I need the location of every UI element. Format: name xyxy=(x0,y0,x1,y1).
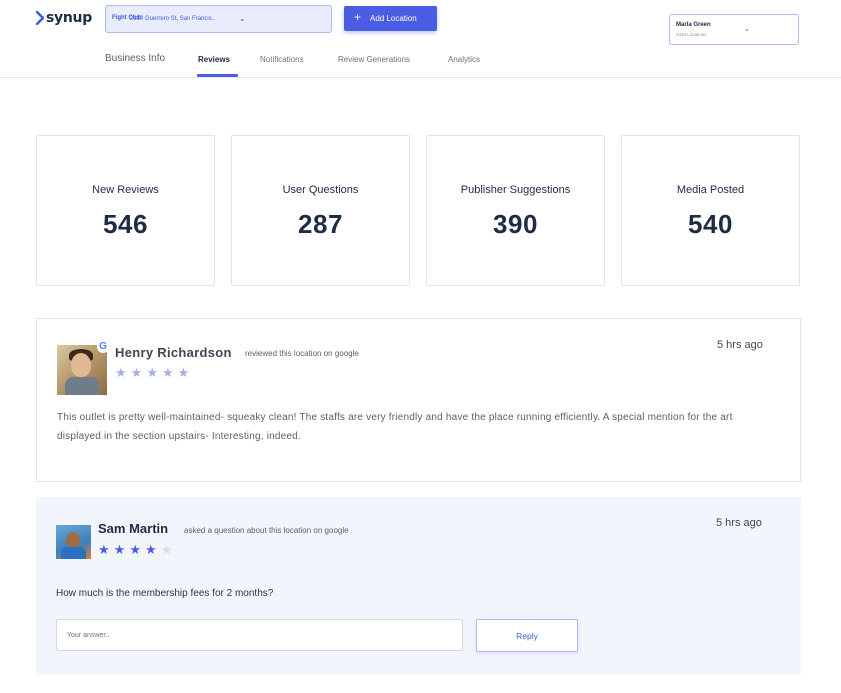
plus-icon: + xyxy=(354,10,362,24)
chevron-down-icon: ⌄ xyxy=(744,26,750,33)
review-time: 5 hrs ago xyxy=(717,339,763,351)
synup-logo[interactable]: synup xyxy=(36,10,92,26)
tab-notifications[interactable]: Notifications xyxy=(260,55,304,64)
stat-card-publisher-suggestions[interactable]: Publisher Suggestions 390 xyxy=(426,135,605,286)
star-empty-icon: ★ xyxy=(160,542,173,557)
stat-value: 390 xyxy=(493,209,538,239)
add-location-label: Add Location xyxy=(370,14,417,23)
add-location-button[interactable]: + Add Location xyxy=(344,6,437,31)
top-bar: synup Fight Club 2210 Guerrero St, San F… xyxy=(0,0,841,78)
stat-title: New Reviews xyxy=(92,184,159,196)
star-icon: ★ xyxy=(98,542,110,557)
star-icon: ★ xyxy=(144,542,157,557)
star-icon: ★ xyxy=(177,365,190,380)
reply-button[interactable]: Reply xyxy=(476,619,578,652)
star-icon: ★ xyxy=(130,365,143,380)
user-name: Marla Green xyxy=(676,22,711,28)
avatar xyxy=(57,345,107,395)
tab-review-generations[interactable]: Review Generations xyxy=(338,55,410,64)
stat-card-media-posted[interactable]: Media Posted 540 xyxy=(621,135,800,286)
logo-mark-icon xyxy=(36,11,44,25)
user-locations-count: 1420 Locations xyxy=(676,32,707,37)
star-icon: ★ xyxy=(146,365,158,380)
tab-reviews[interactable]: Reviews xyxy=(198,55,230,64)
logo-text: synup xyxy=(46,10,92,26)
tab-bar: Business Info Reviews Notifications Revi… xyxy=(0,50,841,78)
tab-analytics[interactable]: Analytics xyxy=(448,55,480,64)
google-icon: G xyxy=(97,341,109,353)
question-card: Sam Martin asked a question about this l… xyxy=(36,497,801,675)
question-text: How much is the membership fees for 2 mo… xyxy=(56,588,274,599)
answer-input[interactable] xyxy=(56,619,463,651)
location-select[interactable]: Fight Club 2210 Guerrero St, San Francis… xyxy=(105,5,332,33)
stat-card-new-reviews[interactable]: New Reviews 546 xyxy=(36,135,215,286)
user-menu[interactable]: Marla Green 1420 Locations ⌄ xyxy=(669,14,799,45)
chevron-down-icon: ⌄ xyxy=(239,14,246,23)
star-rating: ★ ★ ★ ★ ★ xyxy=(98,543,172,556)
stat-title: Publisher Suggestions xyxy=(460,184,571,196)
question-time: 5 hrs ago xyxy=(716,517,762,529)
star-icon: ★ xyxy=(129,542,141,557)
active-tab-indicator xyxy=(197,74,238,77)
stat-card-user-questions[interactable]: User Questions 287 xyxy=(231,135,410,286)
stat-title: User Questions xyxy=(282,184,359,196)
review-text: This outlet is pretty well-maintained- s… xyxy=(57,412,733,442)
avatar-body xyxy=(65,377,99,395)
reviewer-name: Sam Martin xyxy=(98,521,169,536)
reviewer-name: Henry Richardson xyxy=(115,345,232,360)
review-card: G Henry Richardson reviewed this locatio… xyxy=(36,318,801,482)
stat-value: 546 xyxy=(103,209,148,239)
star-icon: ★ xyxy=(113,542,126,557)
stat-value: 540 xyxy=(688,209,733,239)
star-icon: ★ xyxy=(115,365,127,380)
star-icon: ★ xyxy=(161,365,174,380)
avatar-face xyxy=(66,532,80,548)
star-rating: ★ ★ ★ ★ ★ xyxy=(115,366,189,379)
avatar-face xyxy=(71,353,91,377)
avatar-body xyxy=(61,547,86,559)
location-address: 2210 Guerrero St, San Francis.. xyxy=(130,16,216,22)
avatar xyxy=(56,525,91,559)
stat-value: 287 xyxy=(298,209,343,239)
stat-title: Media Posted xyxy=(676,184,745,196)
tab-business-info[interactable]: Business Info xyxy=(105,53,165,64)
reviewer-action: asked a question about this location on … xyxy=(184,526,349,535)
reviewer-action: reviewed this location on google xyxy=(245,349,359,358)
